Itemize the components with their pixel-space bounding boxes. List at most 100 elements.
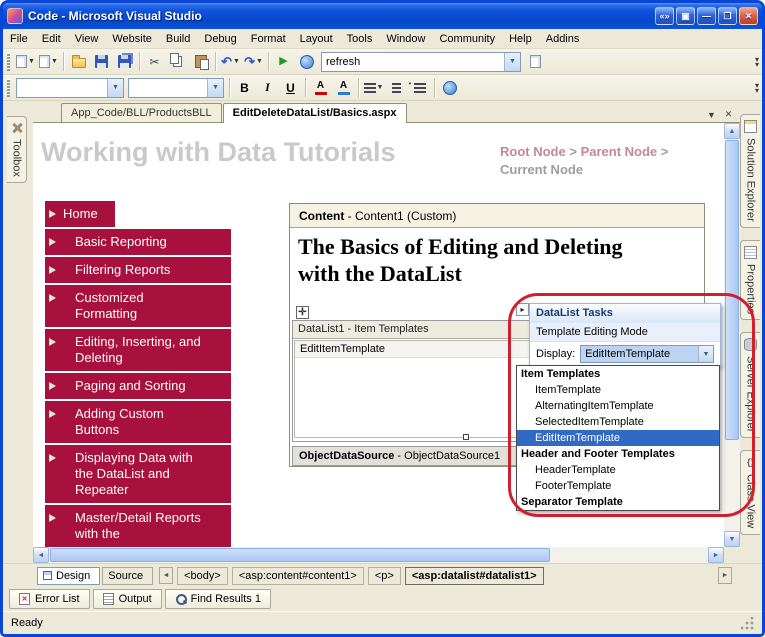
breadcrumb-root-link[interactable]: Root Node [500,144,566,159]
copy-button[interactable] [166,51,189,73]
tag-asp-content[interactable]: <asp:content#content1> [231,566,364,585]
window-extra-icon[interactable]: ▣ [676,7,695,25]
find-combo[interactable]: refresh ▼ [321,51,521,72]
menu-debug[interactable]: Debug [197,30,243,48]
move-handle-icon[interactable]: ✛ [296,306,309,319]
resize-handle[interactable] [463,434,469,440]
maximize-icon[interactable]: ❐ [718,7,737,25]
tab-basics-aspx[interactable]: EditDeleteDataList/Basics.aspx [222,103,407,123]
tab-productsbll[interactable]: App_Code/BLL/ProductsBLL [61,103,222,122]
add-item-button[interactable]: ▼ [37,51,60,73]
open-file-button[interactable] [67,51,90,73]
alignment-button[interactable]: ▼ [362,77,385,99]
tab-close-icon[interactable]: ✕ [721,107,736,122]
menu-build[interactable]: Build [159,30,197,48]
numbered-list-button[interactable] [385,77,408,99]
dropdown-option-itemtemplate[interactable]: ItemTemplate [517,382,719,398]
dropdown-option-selecteditemtemplate[interactable]: SelectedItemTemplate [517,414,719,430]
dropdown-option-edititemtemplate[interactable]: EditItemTemplate [517,430,719,446]
display-combo[interactable]: EditItemTemplate ▼ [580,345,714,363]
menu-edit[interactable]: Edit [35,30,68,48]
nav-item-home[interactable]: Home [45,201,115,227]
target-schema-combo[interactable]: ▼ [16,77,124,98]
combo-dropdown-icon[interactable]: ▼ [207,78,223,97]
tag-body[interactable]: <body> [177,566,228,585]
content-placeholder-header[interactable]: Content - Content1 (Custom) [290,204,704,228]
toolbar-grip[interactable] [7,78,10,97]
cut-button[interactable]: ✂ [143,51,166,73]
scroll-up-icon[interactable]: ▲ [724,123,740,139]
nav-item-displaying-data[interactable]: Displaying Data with the DataList and Re… [45,445,231,503]
find-combo-value[interactable]: refresh [322,53,504,71]
dropdown-option-alternatingitemtemplate[interactable]: AlternatingItemTemplate [517,398,719,414]
dropdown-option-footertemplate[interactable]: FooterTemplate [517,478,719,494]
toolbox-tab[interactable]: Toolbox [7,116,27,183]
menu-format[interactable]: Format [244,30,293,48]
tag-nav-right-icon[interactable]: ► [718,567,732,584]
browse-button[interactable] [295,51,318,73]
menu-view[interactable]: View [68,30,106,48]
nav-item-basic-reporting[interactable]: Basic Reporting [45,229,231,255]
properties-tab[interactable]: Properties [740,239,760,320]
class-view-tab[interactable]: {} Class View [740,450,760,535]
highlight-button[interactable]: A [332,77,355,99]
bold-button[interactable]: B [233,77,256,99]
italic-button[interactable]: I [256,77,279,99]
horizontal-scroll-thumb[interactable] [50,548,550,562]
output-tab[interactable]: Output [92,589,162,609]
bullet-list-button[interactable] [408,77,431,99]
menu-website[interactable]: Website [105,30,159,48]
design-view-button[interactable]: Design [37,566,101,585]
server-explorer-tab[interactable]: Server Explorer [740,331,760,439]
scroll-left-icon[interactable]: ◄ [33,547,49,563]
solution-explorer-tab[interactable]: Solution Explorer [740,114,760,228]
vertical-scrollbar[interactable]: ▲ ▼ [724,123,740,547]
redo-button[interactable]: ↷ ▼ [242,51,265,73]
scroll-right-icon[interactable]: ► [708,547,724,563]
tag-p[interactable]: <p> [367,566,401,585]
toolbar-overflow-icon[interactable]: ▾ ▾ [755,81,759,94]
nav-item-filtering-reports[interactable]: Filtering Reports [45,257,231,283]
find-in-files-button[interactable] [524,51,547,73]
toolbar-overflow-icon[interactable]: ▾ ▾ [755,55,759,68]
vertical-scroll-thumb[interactable] [725,140,739,440]
undo-button[interactable]: ↶ ▼ [219,51,242,73]
display-combo-value[interactable]: EditItemTemplate [581,346,698,362]
new-project-button[interactable]: ▼ [14,51,37,73]
font-name-combo[interactable]: ▼ [128,77,224,98]
combo-dropdown-icon[interactable]: ▼ [504,52,520,71]
menu-window[interactable]: Window [379,30,432,48]
combo-dropdown-icon[interactable]: ▼ [698,346,713,362]
window-switch-icon[interactable]: «» [655,7,674,25]
breadcrumb-parent-link[interactable]: Parent Node [581,144,658,159]
hyperlink-button[interactable] [438,77,461,99]
menu-help[interactable]: Help [502,30,539,48]
scroll-down-icon[interactable]: ▼ [724,531,740,547]
menu-file[interactable]: File [3,30,35,48]
nav-item-paging-sorting[interactable]: Paging and Sorting [45,373,231,399]
resize-grip[interactable] [741,616,754,630]
nav-item-adding-custom-buttons[interactable]: Adding Custom Buttons [45,401,231,443]
font-color-button[interactable]: A [309,77,332,99]
menu-addins[interactable]: Addins [539,30,587,48]
nav-item-customized-formatting[interactable]: Customized Formatting [45,285,231,327]
smart-tag-arrow-icon[interactable]: ▸ [516,303,529,316]
close-icon[interactable]: ✕ [739,7,758,25]
tab-list-icon[interactable]: ▼ [704,107,719,122]
find-results-tab[interactable]: Find Results 1 [164,589,271,609]
tag-asp-datalist[interactable]: <asp:datalist#datalist1> [404,566,544,585]
minimize-icon[interactable]: — [697,7,716,25]
menu-layout[interactable]: Layout [293,30,340,48]
dropdown-option-headertemplate[interactable]: HeaderTemplate [517,462,719,478]
menu-community[interactable]: Community [432,30,502,48]
nav-item-editing-inserting-deleting[interactable]: Editing, Inserting, and Deleting [45,329,231,371]
paste-button[interactable] [189,51,212,73]
menu-tools[interactable]: Tools [340,30,380,48]
save-button[interactable] [90,51,113,73]
error-list-tab[interactable]: ✕ Error List [9,589,90,609]
combo-dropdown-icon[interactable]: ▼ [107,78,123,97]
nav-item-master-detail[interactable]: Master/Detail Reports with the [45,505,231,547]
toolbar-grip[interactable] [7,52,10,71]
tag-nav-left-icon[interactable]: ◄ [159,567,174,584]
source-view-button[interactable]: Source [102,566,154,585]
